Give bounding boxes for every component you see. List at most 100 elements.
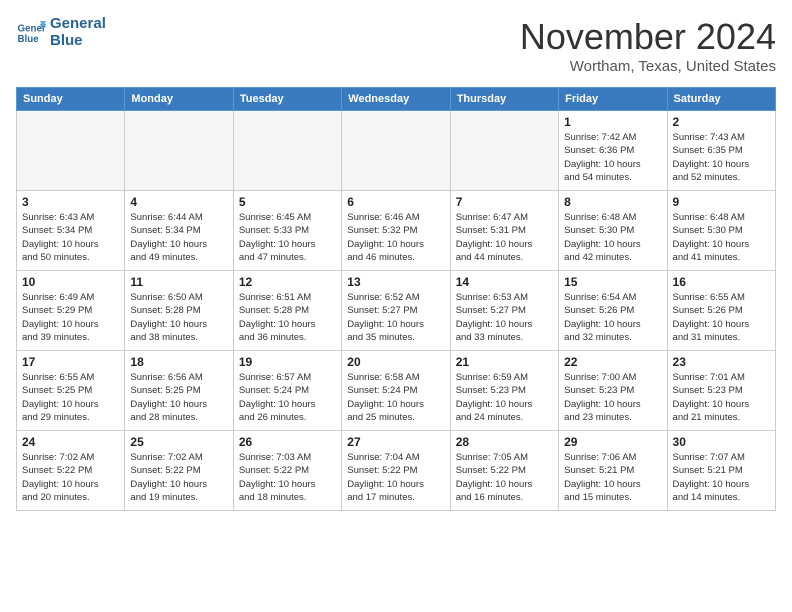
day-number: 30 xyxy=(673,435,770,449)
day-detail: Sunrise: 7:01 AMSunset: 5:23 PMDaylight:… xyxy=(673,371,770,424)
day-number: 23 xyxy=(673,355,770,369)
calendar-cell: 6 Sunrise: 6:46 AMSunset: 5:32 PMDaylight… xyxy=(342,191,450,271)
calendar-cell: 14 Sunrise: 6:53 AMSunset: 5:27 PMDayligh… xyxy=(450,271,558,351)
calendar-cell: 2 Sunrise: 7:43 AMSunset: 6:35 PMDaylight… xyxy=(667,111,775,191)
day-number: 3 xyxy=(22,195,119,209)
weekday-header-sunday: Sunday xyxy=(17,88,125,111)
calendar-cell xyxy=(342,111,450,191)
week-row-4: 24Sunrise: 7:02 AMSunset: 5:22 PMDayligh… xyxy=(17,431,776,511)
day-detail: Sunrise: 6:54 AMSunset: 5:26 PMDaylight:… xyxy=(564,291,661,344)
day-number: 11 xyxy=(130,275,227,289)
day-detail: Sunrise: 6:58 AMSunset: 5:24 PMDaylight:… xyxy=(347,371,444,424)
day-number: 8 xyxy=(564,195,661,209)
day-detail: Sunrise: 6:47 AMSunset: 5:31 PMDaylight:… xyxy=(456,211,553,264)
calendar-cell: 7 Sunrise: 6:47 AMSunset: 5:31 PMDaylight… xyxy=(450,191,558,271)
day-detail: Sunrise: 7:43 AMSunset: 6:35 PMDaylight:… xyxy=(673,131,770,184)
calendar-cell: 27 Sunrise: 7:04 AMSunset: 5:22 PMDayligh… xyxy=(342,431,450,511)
calendar-cell: 18 Sunrise: 6:56 AMSunset: 5:25 PMDayligh… xyxy=(125,351,233,431)
day-number: 19 xyxy=(239,355,336,369)
day-detail: Sunrise: 6:48 AMSunset: 5:30 PMDaylight:… xyxy=(673,211,770,264)
day-detail: Sunrise: 7:02 AMSunset: 5:22 PMDaylight:… xyxy=(130,451,227,504)
calendar-cell: 19 Sunrise: 6:57 AMSunset: 5:24 PMDayligh… xyxy=(233,351,341,431)
calendar-cell: 26Sunrise: 7:03 AMSunset: 5:22 PMDayligh… xyxy=(233,431,341,511)
calendar-cell: 9 Sunrise: 6:48 AMSunset: 5:30 PMDaylight… xyxy=(667,191,775,271)
day-number: 4 xyxy=(130,195,227,209)
day-number: 10 xyxy=(22,275,119,289)
calendar-cell: 12 Sunrise: 6:51 AMSunset: 5:28 PMDayligh… xyxy=(233,271,341,351)
weekday-header-thursday: Thursday xyxy=(450,88,558,111)
calendar-cell: 30 Sunrise: 7:07 AMSunset: 5:21 PMDayligh… xyxy=(667,431,775,511)
calendar-cell: 20 Sunrise: 6:58 AMSunset: 5:24 PMDayligh… xyxy=(342,351,450,431)
day-number: 5 xyxy=(239,195,336,209)
weekday-header-friday: Friday xyxy=(559,88,667,111)
svg-text:Blue: Blue xyxy=(18,34,40,45)
weekday-header-tuesday: Tuesday xyxy=(233,88,341,111)
day-detail: Sunrise: 6:44 AMSunset: 5:34 PMDaylight:… xyxy=(130,211,227,264)
day-number: 25 xyxy=(130,435,227,449)
day-detail: Sunrise: 7:00 AMSunset: 5:23 PMDaylight:… xyxy=(564,371,661,424)
day-detail: Sunrise: 6:57 AMSunset: 5:24 PMDaylight:… xyxy=(239,371,336,424)
day-detail: Sunrise: 6:55 AMSunset: 5:25 PMDaylight:… xyxy=(22,371,119,424)
day-detail: Sunrise: 6:59 AMSunset: 5:23 PMDaylight:… xyxy=(456,371,553,424)
calendar-cell: 8Sunrise: 6:48 AMSunset: 5:30 PMDaylight… xyxy=(559,191,667,271)
month-title: November 2024 xyxy=(520,16,776,58)
logo: General Blue General Blue xyxy=(16,16,106,49)
calendar-cell: 25 Sunrise: 7:02 AMSunset: 5:22 PMDayligh… xyxy=(125,431,233,511)
day-number: 18 xyxy=(130,355,227,369)
week-row-2: 10 Sunrise: 6:49 AMSunset: 5:29 PMDayligh… xyxy=(17,271,776,351)
weekday-header-row: SundayMondayTuesdayWednesdayThursdayFrid… xyxy=(17,88,776,111)
weekday-header-monday: Monday xyxy=(125,88,233,111)
day-number: 9 xyxy=(673,195,770,209)
day-detail: Sunrise: 7:04 AMSunset: 5:22 PMDaylight:… xyxy=(347,451,444,504)
day-number: 1 xyxy=(564,115,661,129)
day-number: 28 xyxy=(456,435,553,449)
day-detail: Sunrise: 7:42 AMSunset: 6:36 PMDaylight:… xyxy=(564,131,661,184)
logo-text: General Blue xyxy=(50,16,106,49)
day-detail: Sunrise: 6:51 AMSunset: 5:28 PMDaylight:… xyxy=(239,291,336,344)
calendar-cell: 1 Sunrise: 7:42 AMSunset: 6:36 PMDaylight… xyxy=(559,111,667,191)
calendar-cell: 21 Sunrise: 6:59 AMSunset: 5:23 PMDayligh… xyxy=(450,351,558,431)
day-detail: Sunrise: 6:50 AMSunset: 5:28 PMDaylight:… xyxy=(130,291,227,344)
calendar-cell: 16 Sunrise: 6:55 AMSunset: 5:26 PMDayligh… xyxy=(667,271,775,351)
calendar-cell: 4 Sunrise: 6:44 AMSunset: 5:34 PMDaylight… xyxy=(125,191,233,271)
day-number: 7 xyxy=(456,195,553,209)
day-number: 20 xyxy=(347,355,444,369)
day-detail: Sunrise: 6:52 AMSunset: 5:27 PMDaylight:… xyxy=(347,291,444,344)
calendar-cell: 23 Sunrise: 7:01 AMSunset: 5:23 PMDayligh… xyxy=(667,351,775,431)
day-detail: Sunrise: 7:06 AMSunset: 5:21 PMDaylight:… xyxy=(564,451,661,504)
location-title: Wortham, Texas, United States xyxy=(520,58,776,75)
calendar-table: SundayMondayTuesdayWednesdayThursdayFrid… xyxy=(16,87,776,511)
calendar-cell: 3Sunrise: 6:43 AMSunset: 5:34 PMDaylight… xyxy=(17,191,125,271)
day-number: 26 xyxy=(239,435,336,449)
day-number: 27 xyxy=(347,435,444,449)
day-number: 14 xyxy=(456,275,553,289)
day-detail: Sunrise: 7:05 AMSunset: 5:22 PMDaylight:… xyxy=(456,451,553,504)
day-number: 22 xyxy=(564,355,661,369)
day-number: 2 xyxy=(673,115,770,129)
day-detail: Sunrise: 6:55 AMSunset: 5:26 PMDaylight:… xyxy=(673,291,770,344)
day-detail: Sunrise: 7:02 AMSunset: 5:22 PMDaylight:… xyxy=(22,451,119,504)
day-number: 12 xyxy=(239,275,336,289)
day-detail: Sunrise: 7:07 AMSunset: 5:21 PMDaylight:… xyxy=(673,451,770,504)
weekday-header-saturday: Saturday xyxy=(667,88,775,111)
day-detail: Sunrise: 6:53 AMSunset: 5:27 PMDaylight:… xyxy=(456,291,553,344)
day-detail: Sunrise: 6:46 AMSunset: 5:32 PMDaylight:… xyxy=(347,211,444,264)
calendar-cell: 10 Sunrise: 6:49 AMSunset: 5:29 PMDayligh… xyxy=(17,271,125,351)
calendar-cell: 29Sunrise: 7:06 AMSunset: 5:21 PMDayligh… xyxy=(559,431,667,511)
calendar-cell xyxy=(17,111,125,191)
calendar-cell: 13Sunrise: 6:52 AMSunset: 5:27 PMDayligh… xyxy=(342,271,450,351)
calendar-cell: 15 Sunrise: 6:54 AMSunset: 5:26 PMDayligh… xyxy=(559,271,667,351)
day-number: 21 xyxy=(456,355,553,369)
weekday-header-wednesday: Wednesday xyxy=(342,88,450,111)
day-detail: Sunrise: 6:56 AMSunset: 5:25 PMDaylight:… xyxy=(130,371,227,424)
calendar-cell: 24Sunrise: 7:02 AMSunset: 5:22 PMDayligh… xyxy=(17,431,125,511)
day-number: 6 xyxy=(347,195,444,209)
week-row-1: 3Sunrise: 6:43 AMSunset: 5:34 PMDaylight… xyxy=(17,191,776,271)
calendar-body: 1 Sunrise: 7:42 AMSunset: 6:36 PMDaylight… xyxy=(17,111,776,511)
title-area: November 2024 Wortham, Texas, United Sta… xyxy=(520,16,776,75)
day-number: 15 xyxy=(564,275,661,289)
week-row-0: 1 Sunrise: 7:42 AMSunset: 6:36 PMDaylight… xyxy=(17,111,776,191)
calendar-cell: 22 Sunrise: 7:00 AMSunset: 5:23 PMDayligh… xyxy=(559,351,667,431)
day-number: 16 xyxy=(673,275,770,289)
day-detail: Sunrise: 6:49 AMSunset: 5:29 PMDaylight:… xyxy=(22,291,119,344)
